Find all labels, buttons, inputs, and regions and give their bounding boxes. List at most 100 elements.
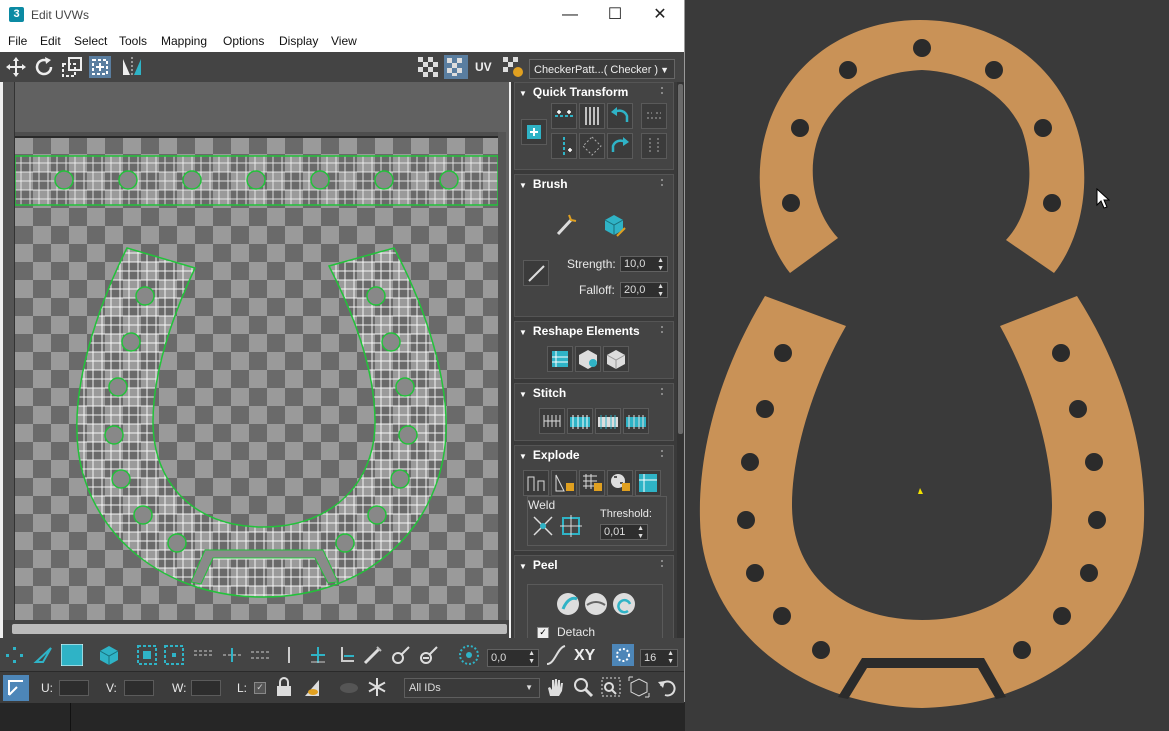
minimize-button[interactable]: —: [547, 3, 593, 27]
perspective-viewport[interactable]: [685, 0, 1169, 731]
menu-edit[interactable]: Edit: [40, 34, 61, 48]
falloff-curve-icon[interactable]: [545, 644, 567, 666]
brush-header[interactable]: ▼ Brush: [519, 177, 568, 191]
flatten-custom-button[interactable]: [635, 470, 661, 496]
threshold-spinner[interactable]: 0,01 ▲ ▼: [600, 524, 648, 540]
flatten-by-angle-button[interactable]: [551, 470, 577, 496]
paint-brush-remove-icon[interactable]: [418, 644, 440, 666]
stitch-to-target-button[interactable]: [623, 408, 649, 434]
rotate-icon[interactable]: [32, 55, 56, 79]
rotate-cw-button[interactable]: [607, 133, 633, 159]
paint-move-icon[interactable]: [553, 212, 579, 238]
menu-view[interactable]: View: [331, 34, 357, 48]
checker-toggle-icon[interactable]: [416, 55, 440, 79]
flip-vertical-button[interactable]: [641, 133, 667, 159]
relax-button[interactable]: [575, 346, 601, 372]
strength-spinner[interactable]: 10,0 ▲ ▼: [620, 256, 668, 272]
break-button[interactable]: [523, 470, 549, 496]
element-select-icon[interactable]: [98, 644, 120, 666]
brush-tool-button[interactable]: [523, 260, 549, 286]
menu-file[interactable]: File: [8, 34, 27, 48]
texture-settings-icon[interactable]: [501, 55, 525, 79]
u-field[interactable]: [59, 680, 89, 696]
grid-snap-icon[interactable]: [612, 644, 634, 666]
mirror-icon[interactable]: [120, 55, 144, 79]
align-horizontal-button[interactable]: [551, 103, 577, 129]
title-bar[interactable]: 3 Edit UVWs — ☐ ✕: [0, 0, 684, 30]
relax-brush-icon[interactable]: [601, 212, 627, 238]
seam-remove-icon[interactable]: [336, 644, 358, 666]
vertex-select-icon[interactable]: [4, 644, 26, 666]
peel-header[interactable]: ▼ Peel: [519, 558, 558, 572]
paint-select-icon[interactable]: [362, 644, 384, 666]
align-vertical-button[interactable]: [579, 103, 605, 129]
v-field[interactable]: [124, 680, 154, 696]
zoom-region-icon[interactable]: [600, 676, 622, 698]
l-checkbox[interactable]: ✓: [254, 682, 266, 694]
stitch-to-source-button[interactable]: [567, 408, 593, 434]
zoom-icon[interactable]: [572, 676, 594, 698]
texture-dropdown[interactable]: CheckerPatt...( Checker ) ▼: [529, 59, 675, 79]
peel-reset-button[interactable]: [611, 591, 637, 617]
reshape-header[interactable]: ▼ Reshape Elements: [519, 324, 640, 338]
hide-icon[interactable]: [301, 676, 323, 698]
seam-add-icon[interactable]: [307, 644, 329, 666]
freeform-icon[interactable]: [88, 55, 112, 79]
point-to-point-icon[interactable]: [278, 644, 300, 666]
stitch-header[interactable]: ▼ Stitch: [519, 386, 566, 400]
pan-hand-icon[interactable]: [544, 676, 566, 698]
lock-icon[interactable]: [273, 676, 295, 698]
space-evenly-button[interactable]: [579, 133, 605, 159]
shrink-selection-icon[interactable]: [163, 644, 185, 666]
align-center-button[interactable]: [521, 119, 547, 145]
menu-options[interactable]: Options: [223, 34, 264, 48]
grid-size-spinner[interactable]: 16 ▲ ▼: [640, 649, 678, 667]
falloff-spinner[interactable]: 20,0 ▲ ▼: [620, 282, 668, 298]
explode-header[interactable]: ▼ Explode: [519, 448, 580, 462]
uv-axis-label[interactable]: UV: [475, 60, 492, 74]
peel-mode-button[interactable]: [583, 591, 609, 617]
maximize-button[interactable]: ☐: [592, 3, 638, 27]
grow-selection-icon[interactable]: [136, 644, 158, 666]
scroll-thumb[interactable]: [12, 624, 507, 634]
checker-map-icon[interactable]: [444, 55, 468, 79]
angle-spinner[interactable]: 0,0 ▲ ▼: [487, 649, 539, 667]
soft-selection-icon[interactable]: [458, 644, 480, 666]
menu-select[interactable]: Select: [74, 34, 107, 48]
flatten-by-smoothing-button[interactable]: [579, 470, 605, 496]
relax-settings-button[interactable]: [603, 346, 629, 372]
flip-horizontal-button[interactable]: [641, 103, 667, 129]
uv-scrollbar-vertical[interactable]: [498, 132, 506, 620]
face-select-icon[interactable]: [61, 644, 83, 666]
straighten-button[interactable]: [547, 346, 573, 372]
move-icon[interactable]: [4, 55, 28, 79]
menu-tools[interactable]: Tools: [119, 34, 147, 48]
detach-checkbox[interactable]: ✓: [537, 627, 549, 638]
paint-brush-add-icon[interactable]: [390, 644, 412, 666]
xy-axis-button[interactable]: XY: [574, 647, 595, 665]
quick-peel-button[interactable]: [555, 591, 581, 617]
stitch-custom-button[interactable]: [539, 408, 565, 434]
id-filter-dropdown[interactable]: All IDs ▼: [404, 678, 540, 698]
edge-loop-icon[interactable]: [249, 644, 271, 666]
edge-select-icon[interactable]: [33, 644, 55, 666]
hide-unselected-icon[interactable]: [338, 676, 360, 698]
uv-editor-viewport[interactable]: [3, 82, 509, 620]
absolute-offset-icon[interactable]: [3, 675, 29, 701]
rotate-ccw-button[interactable]: [607, 103, 633, 129]
loop-select-icon[interactable]: [221, 644, 243, 666]
rollout-scrollbar[interactable]: [677, 82, 684, 638]
ring-select-icon[interactable]: [192, 644, 214, 666]
menu-mapping[interactable]: Mapping: [161, 34, 207, 48]
w-field[interactable]: [191, 680, 221, 696]
uv-scrollbar-horizontal[interactable]: [3, 620, 509, 638]
flatten-by-material-button[interactable]: [607, 470, 633, 496]
scale-icon[interactable]: [60, 55, 84, 79]
undo-icon[interactable]: [656, 676, 678, 698]
weld-selected-button[interactable]: [530, 513, 556, 539]
zoom-extents-icon[interactable]: [628, 676, 650, 698]
quick-transform-header[interactable]: ▼ Quick Transform: [519, 85, 628, 99]
menu-display[interactable]: Display: [279, 34, 318, 48]
align-edge-button[interactable]: [551, 133, 577, 159]
snowflake-icon[interactable]: [366, 676, 388, 698]
